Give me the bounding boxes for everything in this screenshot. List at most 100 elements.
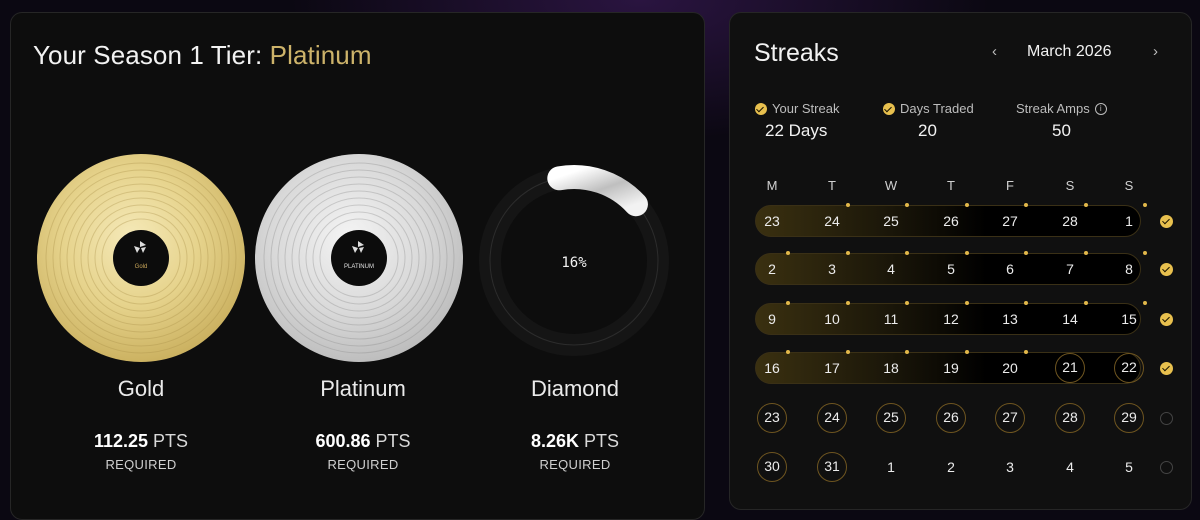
week-incomplete-circle-icon <box>1160 412 1173 425</box>
calendar-day[interactable]: 28 <box>1055 206 1085 236</box>
calendar-day[interactable]: 9 <box>757 304 787 334</box>
calendar-day[interactable]: 19 <box>936 353 966 383</box>
traded-day-dot <box>1143 251 1147 255</box>
calendar-day[interactable]: 29 <box>1114 403 1144 433</box>
traded-day-dot <box>905 301 909 305</box>
prev-month-chevron-icon[interactable]: ‹ <box>992 43 997 60</box>
traded-day-dot <box>846 251 850 255</box>
calendar-day[interactable]: 18 <box>876 353 906 383</box>
calendar-day[interactable]: 5 <box>936 254 966 284</box>
next-month-chevron-icon[interactable]: › <box>1153 43 1158 60</box>
gold-label-text: Gold <box>134 264 148 270</box>
calendar-day[interactable]: 23 <box>757 206 787 236</box>
platinum-tier-name: Platinum <box>320 376 406 401</box>
gold-tier-pts: 112.25 PTS <box>41 431 241 452</box>
diamond-progress-arc <box>547 165 648 217</box>
calendar-day[interactable]: 3 <box>817 254 847 284</box>
days-traded-label: Days Traded <box>883 101 974 116</box>
weekday-header: S <box>1124 178 1134 193</box>
streak-amps-label-text: Streak Amps <box>1016 101 1090 116</box>
calendar-day[interactable]: 16 <box>757 353 787 383</box>
calendar-day[interactable]: 5 <box>1114 452 1144 482</box>
traded-day-dot <box>1143 203 1147 207</box>
info-icon[interactable]: i <box>1094 102 1107 115</box>
calendar-day[interactable]: 4 <box>876 254 906 284</box>
traded-day-dot <box>1084 301 1088 305</box>
week-complete-check-icon <box>1160 362 1173 375</box>
brand-logo-icon <box>352 241 364 253</box>
calendar-day[interactable]: 24 <box>817 206 847 236</box>
streak-amps-value: 50 <box>1052 121 1071 140</box>
diamond-required: REQUIRED <box>539 457 611 472</box>
calendar-day[interactable]: 10 <box>817 304 847 334</box>
calendar-day[interactable]: 21 <box>1055 353 1085 383</box>
calendar-day[interactable]: 13 <box>995 304 1025 334</box>
traded-day-dot <box>1024 301 1028 305</box>
traded-day-dot <box>965 301 969 305</box>
calendar-day[interactable]: 14 <box>1055 304 1085 334</box>
calendar-day[interactable]: 3 <box>995 452 1025 482</box>
brand-logo-icon <box>134 241 146 253</box>
platinum-record-image: PLATINUM <box>255 154 463 362</box>
diamond-progress-ring: 16% <box>479 165 669 356</box>
week-incomplete-circle-icon <box>1160 461 1173 474</box>
traded-day-dot <box>1024 251 1028 255</box>
weekday-header: T <box>947 178 955 193</box>
calendar-day[interactable]: 17 <box>817 353 847 383</box>
calendar-day[interactable]: 15 <box>1114 304 1144 334</box>
week-complete-check-icon <box>1160 263 1173 276</box>
month-label: March 2026 <box>1027 43 1112 60</box>
check-icon <box>883 102 895 115</box>
gold-required: REQUIRED <box>105 457 177 472</box>
calendar-day[interactable]: 26 <box>936 206 966 236</box>
tier-title-prefix: Your Season 1 Tier: <box>33 40 270 70</box>
calendar-day[interactable]: 26 <box>936 403 966 433</box>
calendar-day[interactable]: 4 <box>1055 452 1085 482</box>
traded-day-dot <box>786 251 790 255</box>
traded-day-dot <box>1084 203 1088 207</box>
week-complete-check-icon <box>1160 313 1173 326</box>
calendar-day[interactable]: 2 <box>936 452 966 482</box>
gold-pts-value: 112.25 <box>93 431 149 451</box>
traded-day-dot <box>965 350 969 354</box>
weekday-header: M <box>766 178 778 193</box>
calendar-day[interactable]: 27 <box>995 403 1025 433</box>
current-tier: Platinum <box>269 40 372 70</box>
traded-day-dot <box>846 301 850 305</box>
calendar-day[interactable]: 25 <box>876 403 906 433</box>
traded-day-dot <box>846 203 850 207</box>
calendar-day[interactable]: 12 <box>936 304 966 334</box>
calendar-day[interactable]: 11 <box>876 304 906 334</box>
traded-day-dot <box>965 203 969 207</box>
calendar-day[interactable]: 23 <box>757 403 787 433</box>
diamond-pts-value: 8.26K <box>530 431 579 451</box>
platinum-pts-value: 600.86 <box>315 431 371 451</box>
calendar-day[interactable]: 27 <box>995 206 1025 236</box>
traded-day-dot <box>905 251 909 255</box>
calendar-day[interactable]: 8 <box>1114 254 1144 284</box>
platinum-record-label: PLATINUM <box>331 230 387 286</box>
calendar-day[interactable]: 1 <box>876 452 906 482</box>
calendar-day[interactable]: 2 <box>757 254 787 284</box>
calendar-day[interactable]: 31 <box>817 452 847 482</box>
traded-day-dot <box>846 350 850 354</box>
gold-pts-unit: PTS <box>153 431 189 451</box>
traded-day-dot <box>1143 301 1147 305</box>
calendar-day[interactable]: 20 <box>995 353 1025 383</box>
traded-day-dot <box>905 350 909 354</box>
calendar-day[interactable]: 7 <box>1055 254 1085 284</box>
calendar-day[interactable]: 25 <box>876 206 906 236</box>
calendar-day[interactable]: 22 <box>1114 353 1144 383</box>
platinum-label-text: PLATINUM <box>344 264 374 270</box>
calendar-day[interactable]: 24 <box>817 403 847 433</box>
streaks-title: Streaks <box>754 39 839 67</box>
diamond-pts-unit: PTS <box>584 431 620 451</box>
calendar-day[interactable]: 1 <box>1114 206 1144 236</box>
diamond-progress-text: 16% <box>561 255 587 271</box>
calendar-day[interactable]: 30 <box>757 452 787 482</box>
traded-day-dot <box>1024 350 1028 354</box>
calendar-day[interactable]: 6 <box>995 254 1025 284</box>
calendar-day[interactable]: 28 <box>1055 403 1085 433</box>
gold-record-image: Gold <box>37 154 245 362</box>
your-streak-value: 22 Days <box>765 121 828 140</box>
